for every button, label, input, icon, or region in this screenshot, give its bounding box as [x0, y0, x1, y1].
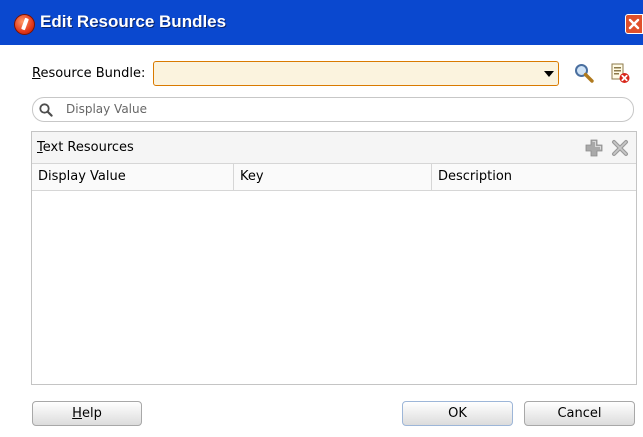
close-button[interactable]: [625, 14, 643, 34]
resource-bundle-label: Resource Bundle:: [32, 66, 146, 81]
chevron-down-icon[interactable]: [542, 66, 556, 81]
table-body[interactable]: [32, 191, 636, 384]
title-bar[interactable]: Edit Resource Bundles: [0, 0, 643, 45]
oracle-logo-icon: [14, 14, 35, 35]
resource-bundle-combo[interactable]: [153, 61, 559, 86]
help-button[interactable]: Help: [32, 401, 142, 426]
text-resources-title: Text Resources: [37, 140, 134, 155]
column-header-key[interactable]: Key: [234, 164, 432, 191]
search-icon: [39, 103, 53, 117]
magnifier-icon[interactable]: [573, 62, 595, 84]
close-icon: [628, 18, 640, 30]
text-resources-header: Text Resources: [32, 132, 636, 164]
column-header-description[interactable]: Description: [432, 164, 636, 191]
remove-icon[interactable]: [610, 138, 630, 158]
cancel-button[interactable]: Cancel: [524, 401, 635, 426]
column-header-display-value[interactable]: Display Value: [32, 164, 234, 191]
text-resources-panel: Text Resources Display Value Key Descrip…: [31, 131, 637, 385]
delete-bundle-icon[interactable]: [608, 61, 632, 85]
ok-button[interactable]: OK: [402, 401, 513, 426]
add-icon[interactable]: [584, 138, 604, 158]
search-placeholder: Display Value: [66, 102, 147, 116]
edit-resource-bundles-dialog: Edit Resource Bundles Resource Bundle: D…: [0, 0, 643, 437]
search-input[interactable]: Display Value: [32, 97, 634, 122]
window-title: Edit Resource Bundles: [40, 12, 227, 31]
